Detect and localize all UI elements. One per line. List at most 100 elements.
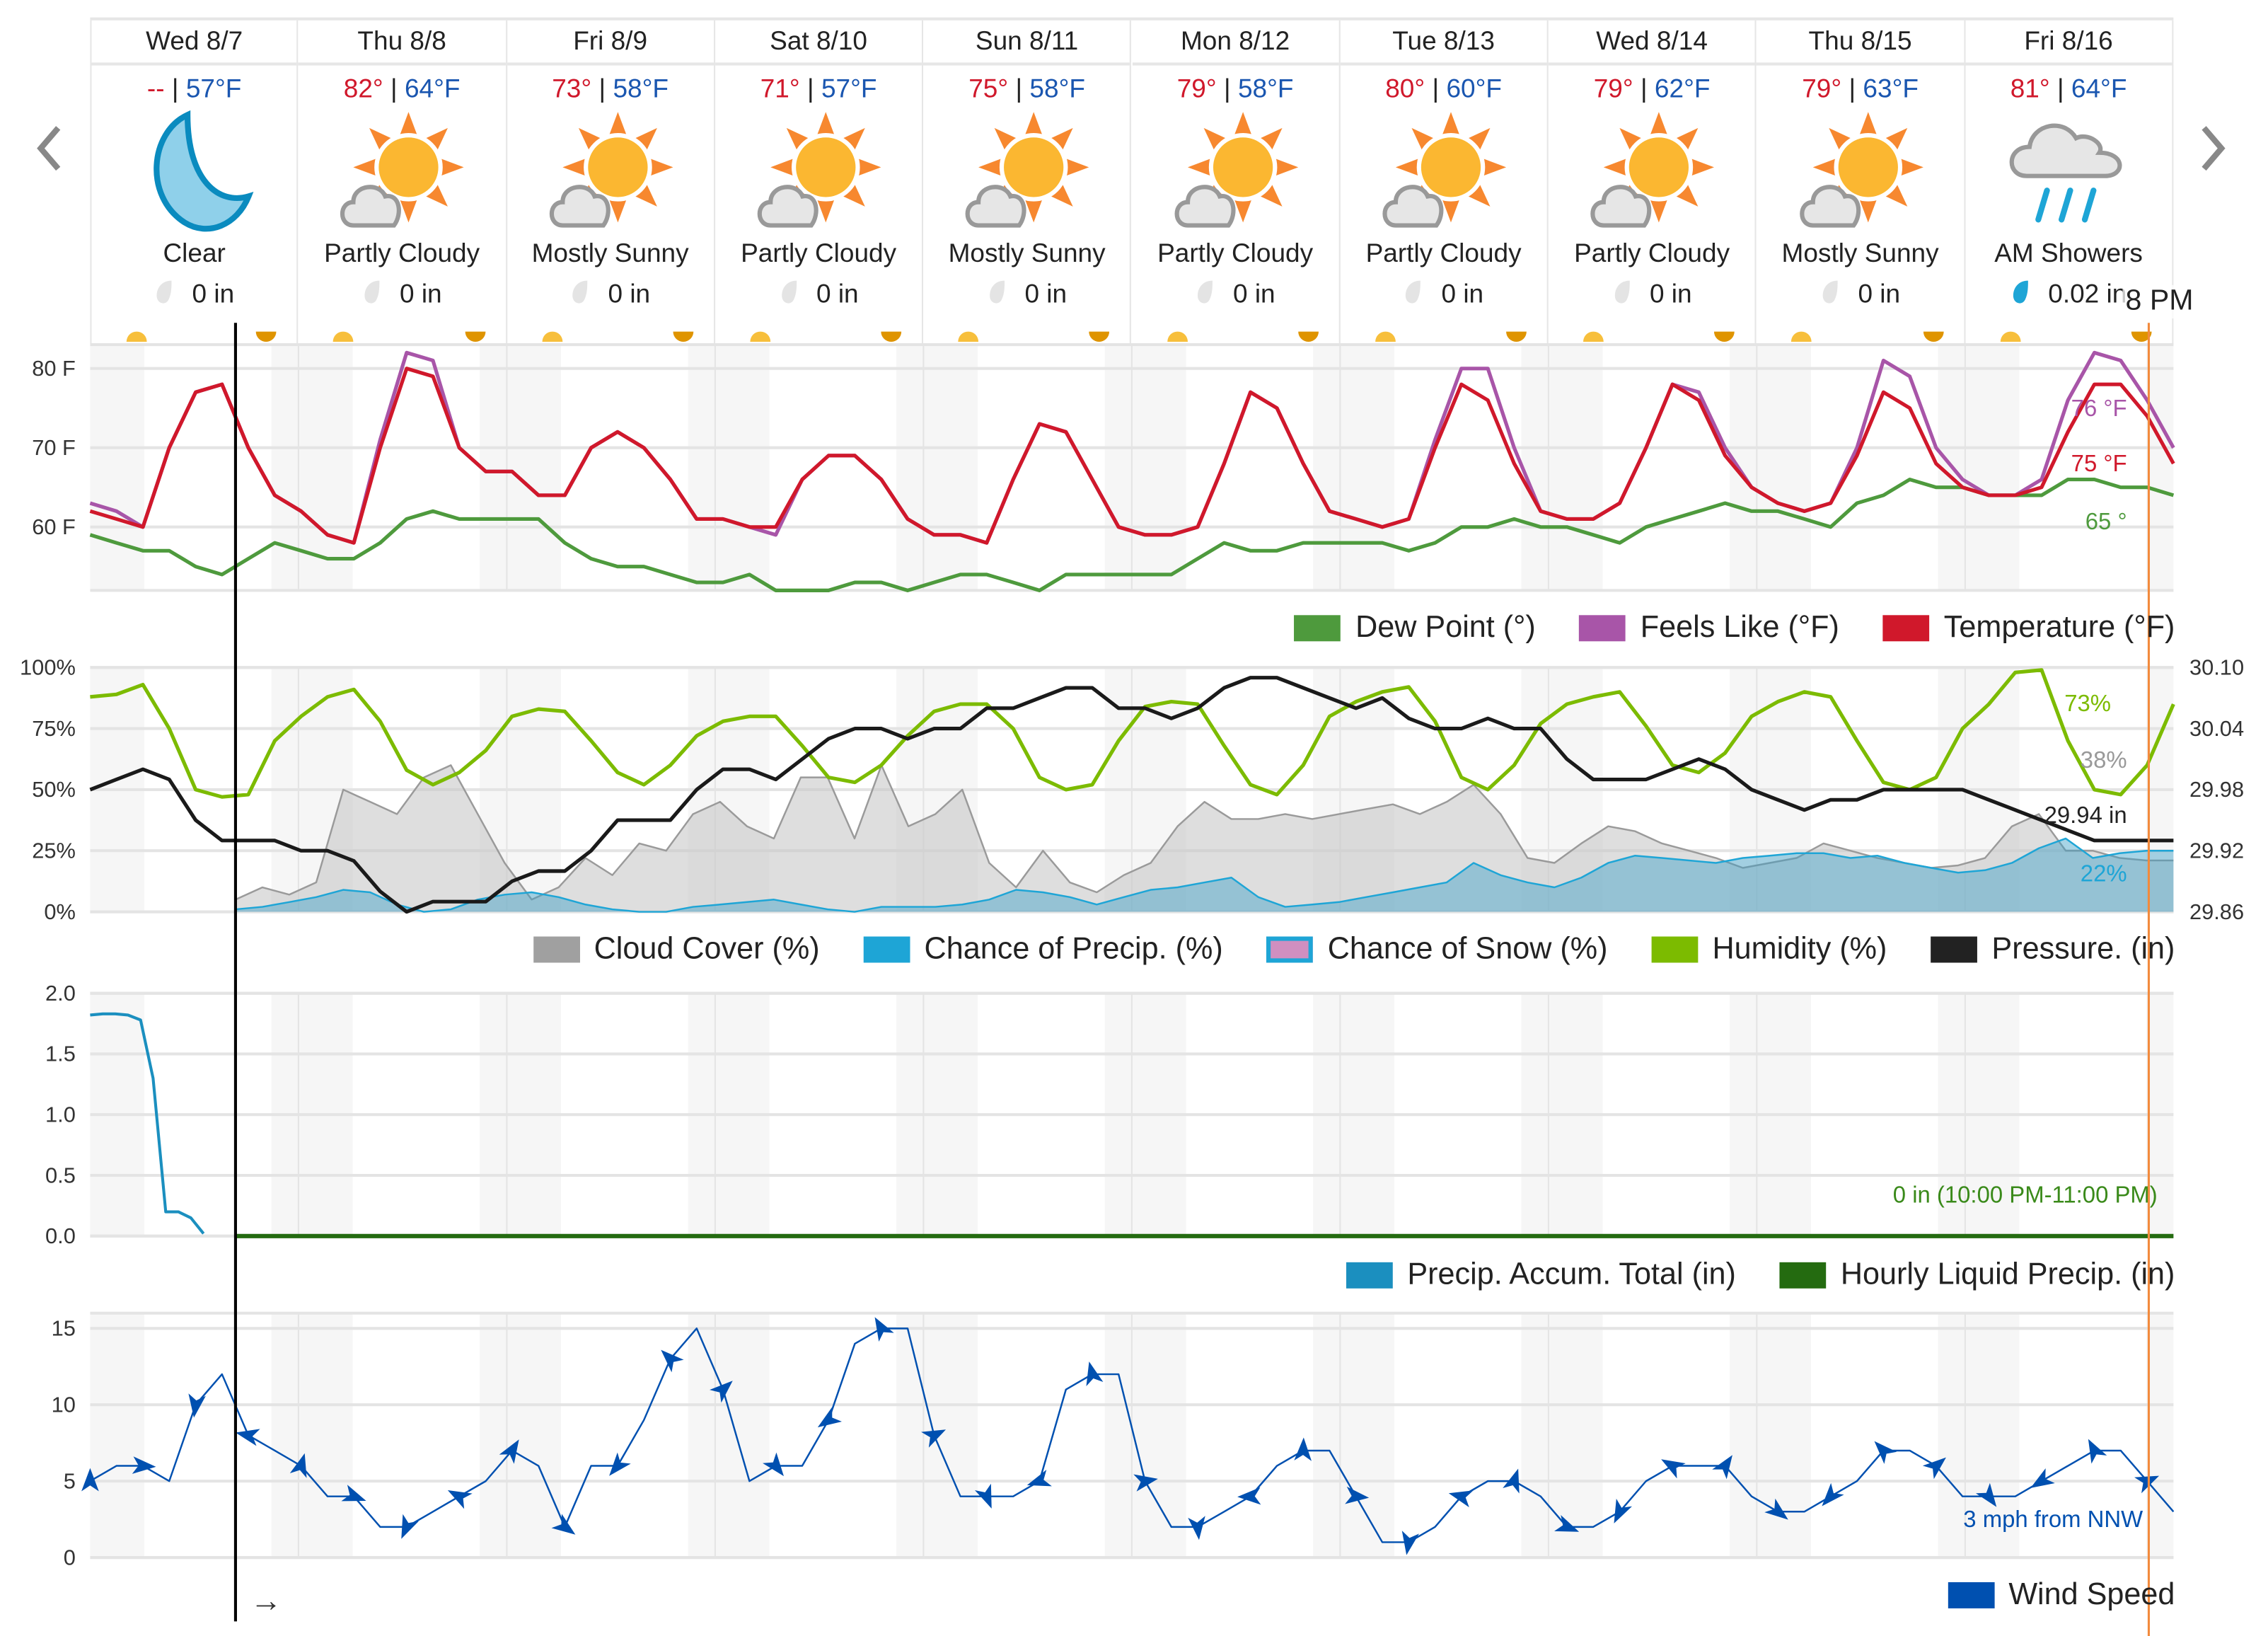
night-band	[1757, 345, 1811, 591]
legend-label: Dew Point (°)	[1355, 611, 1536, 645]
night-band	[1548, 1313, 1603, 1558]
legend-label: Pressure. (in)	[1991, 932, 2175, 966]
feels-like-tooltip: 76 °F	[2071, 395, 2127, 421]
night-band	[2146, 1313, 2174, 1558]
legend-item[interactable]: Humidity (%)	[1651, 932, 1887, 967]
legend-swatch	[1651, 936, 1698, 963]
night-band	[1965, 345, 2020, 591]
wind-tooltip: 3 mph from NNW	[1963, 1506, 2143, 1532]
temperature-tooltip: 75 °F	[2071, 450, 2127, 476]
y2-tick-label: 30.10	[2189, 655, 2244, 680]
legend-swatch	[863, 936, 910, 963]
y-tick-label: 10	[52, 1393, 76, 1417]
night-band	[1521, 1313, 1549, 1558]
legend-item[interactable]: Chance of Snow (%)	[1266, 932, 1607, 967]
night-band	[1340, 1313, 1394, 1558]
legend-swatch	[1779, 1262, 1827, 1289]
night-band	[1313, 345, 1341, 591]
night-band	[1938, 1313, 1965, 1558]
wind-legend: Wind Speed	[1904, 1578, 2175, 1613]
legend-swatch	[1294, 615, 1341, 642]
legend-label: Humidity (%)	[1712, 932, 1887, 966]
cloud-cover-tooltip: 38%	[2081, 747, 2127, 773]
y-tick-label: 50%	[32, 777, 76, 802]
night-band	[507, 345, 561, 591]
temp-legend: Dew Point (°) Feels Like (°F) Temperature …	[1251, 611, 2175, 645]
legend-label: Feels Like (°F)	[1640, 611, 1839, 645]
night-band	[507, 1313, 561, 1558]
y-tick-label: 0.5	[45, 1163, 76, 1187]
y2-tick-label: 29.86	[2189, 899, 2244, 924]
y-tick-label: 15	[52, 1316, 76, 1341]
legend-item[interactable]: Wind Speed	[1947, 1577, 2175, 1613]
night-band	[271, 345, 299, 591]
night-band	[714, 345, 770, 591]
legend-swatch	[533, 936, 580, 963]
legend-swatch	[1947, 1582, 1994, 1608]
night-band	[714, 1313, 770, 1558]
y-tick-label: 1.0	[45, 1102, 76, 1127]
legend-swatch	[1931, 936, 1977, 963]
legend-label: Cloud Cover (%)	[594, 932, 820, 966]
y2-tick-label: 29.98	[2189, 777, 2244, 802]
legend-item[interactable]: Feels Like (°F)	[1579, 611, 1839, 645]
night-band	[1131, 345, 1186, 591]
precip-chance-tooltip: 22%	[2081, 860, 2127, 886]
legend-item[interactable]: Hourly Liquid Precip. (in)	[1779, 1257, 2175, 1293]
y-tick-label: 100%	[20, 655, 76, 680]
pressure-tooltip: 29.94 in	[2044, 802, 2127, 828]
legend-label: Wind Speed	[2008, 1577, 2175, 1612]
night-band	[1104, 1313, 1132, 1558]
y-tick-label: 0%	[44, 899, 76, 924]
legend-swatch	[1882, 615, 1930, 642]
night-band	[688, 345, 715, 591]
night-band	[90, 1313, 144, 1558]
night-band	[480, 1313, 507, 1558]
legend-item[interactable]: Cloud Cover (%)	[533, 932, 820, 967]
y-tick-label: 70 F	[32, 435, 76, 460]
night-band	[1757, 1313, 1811, 1558]
weather-forecast-page: Wed 8/7 -- | 57°F Clear 0 in Thu 8/8 82°…	[0, 0, 2268, 1636]
hourly-precip-tooltip: 0 in (10:00 PM-11:00 PM)	[1893, 1182, 2158, 1208]
legend-label: Chance of Precip. (%)	[924, 932, 1223, 966]
y-tick-label: 1.5	[45, 1042, 76, 1066]
night-band	[2146, 345, 2174, 591]
charts-canvas[interactable]: 60 F70 F80 F76 °F75 °F65 °0%25%50%75%100…	[0, 0, 2268, 1636]
y2-tick-label: 30.04	[2189, 716, 2244, 741]
legend-label: Precip. Accum. Total (in)	[1407, 1257, 1736, 1291]
legend-label: Temperature (°F)	[1943, 611, 2175, 645]
legend-item[interactable]: Chance of Precip. (%)	[863, 932, 1223, 967]
night-band	[271, 1313, 299, 1558]
night-band	[896, 345, 924, 591]
y2-tick-label: 29.92	[2189, 839, 2244, 863]
night-band	[1521, 345, 1549, 591]
legend-item[interactable]: Temperature (°F)	[1882, 611, 2175, 645]
night-band	[90, 345, 144, 591]
humidity-tooltip: 73%	[2064, 690, 2111, 716]
legend-item[interactable]: Precip. Accum. Total (in)	[1346, 1258, 1736, 1293]
night-band	[1730, 1313, 1757, 1558]
y-tick-label: 0	[64, 1545, 76, 1569]
humidity-legend: Cloud Cover (%) Chance of Precip. (%) Chan…	[490, 932, 2175, 967]
legend-item[interactable]: Pressure. (in)	[1931, 932, 2175, 967]
night-band	[688, 1313, 715, 1558]
dew-point-tooltip: 65 °	[2085, 508, 2127, 534]
night-band	[923, 345, 978, 591]
legend-swatch	[1266, 936, 1314, 963]
night-band	[1104, 345, 1132, 591]
y-tick-label: 25%	[32, 839, 76, 863]
y-tick-label: 75%	[32, 716, 76, 741]
y-tick-label: 0.0	[45, 1223, 76, 1248]
night-band	[1340, 345, 1394, 591]
night-band	[1313, 1313, 1341, 1558]
night-band	[298, 1313, 353, 1558]
night-band	[1548, 345, 1603, 591]
y-tick-label: 60 F	[32, 514, 76, 539]
y-tick-label: 80 F	[32, 356, 76, 381]
night-band	[1131, 1313, 1186, 1558]
legend-item[interactable]: Dew Point (°)	[1294, 611, 1536, 645]
y-tick-label: 2.0	[45, 981, 76, 1006]
legend-swatch	[1579, 615, 1626, 642]
legend-label: Chance of Snow (%)	[1327, 932, 1608, 966]
legend-label: Hourly Liquid Precip. (in)	[1840, 1257, 2175, 1291]
